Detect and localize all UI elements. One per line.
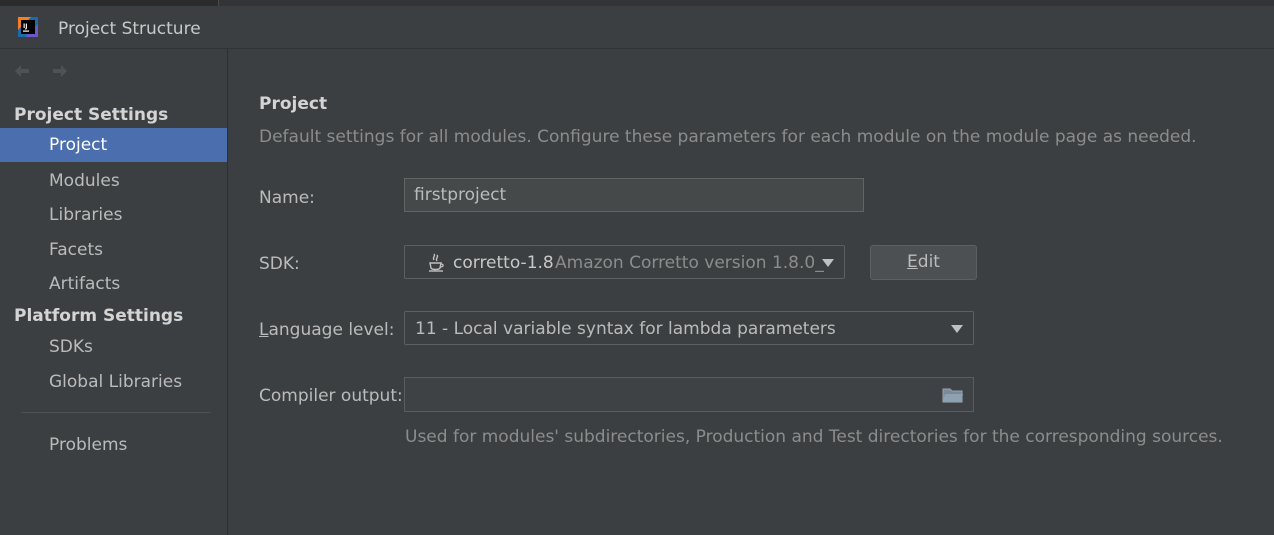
language-level-label: Language level: [259,320,394,340]
page-description: Default settings for all modules. Config… [259,127,1197,147]
sidebar-item-global-libraries[interactable]: Global Libraries [0,365,227,399]
sidebar-item-facets[interactable]: Facets [0,233,227,267]
sidebar-item-modules[interactable]: Modules [0,164,227,198]
group-label-platform-settings: Platform Settings [14,306,184,326]
window-title: Project Structure [58,19,201,39]
sidebar-item-problems[interactable]: Problems [0,428,227,462]
sidebar-item-label: Libraries [49,205,123,225]
sidebar-item-project[interactable]: Project [0,128,227,162]
edit-button-label: dit [917,252,940,272]
page-title: Project [259,94,328,114]
sidebar-item-label: Global Libraries [49,372,183,392]
sidebar-item-label: Problems [49,435,128,455]
sidebar-item-libraries[interactable]: Libraries [0,198,227,232]
compiler-output-label: Compiler output: [259,386,403,406]
compiler-output-field[interactable] [404,377,974,412]
sdk-dropdown[interactable]: corretto-1.8 Amazon Corretto version 1.8… [404,245,845,279]
chevron-down-icon [951,325,963,333]
folder-icon[interactable] [942,386,964,404]
arrow-left-icon[interactable] [12,61,32,81]
main-panel: Project Default settings for all modules… [228,49,1274,535]
sdk-name: corretto-1.8 [453,253,554,273]
sidebar-item-label: Facets [49,240,103,260]
edit-button-mnemonic: E [907,252,918,272]
chevron-down-icon [822,259,834,267]
sidebar-item-label: Project [49,135,108,155]
language-level-dropdown[interactable]: 11 - Local variable syntax for lambda pa… [404,311,974,345]
svg-text:IJ: IJ [23,23,27,30]
language-level-value: 11 - Local variable syntax for lambda pa… [415,319,836,339]
edit-sdk-button[interactable]: Edit [870,245,977,280]
sidebar-item-label: SDKs [49,337,93,357]
project-name-field[interactable] [404,178,864,212]
compiler-output-hint: Used for modules' subdirectories, Produc… [405,427,1223,447]
sidebar-item-artifacts[interactable]: Artifacts [0,267,227,301]
intellij-idea-icon: IJ [18,17,38,37]
sidebar-item-sdks[interactable]: SDKs [0,330,227,364]
group-label-project-settings: Project Settings [14,105,169,125]
sidebar-item-label: Artifacts [49,274,121,294]
sidebar: Project Settings Project Modules Librari… [0,49,228,535]
arrow-right-icon[interactable] [50,61,70,81]
sdk-description: Amazon Corretto version 1.8.0_ [555,253,824,273]
sidebar-item-label: Modules [49,171,120,191]
java-icon [429,253,444,272]
sidebar-separator [22,412,210,413]
name-label: Name: [259,188,315,208]
language-level-label-text: anguage level: [268,320,395,340]
title-bar: IJ Project Structure [0,6,1274,49]
sdk-label: SDK: [259,254,300,274]
